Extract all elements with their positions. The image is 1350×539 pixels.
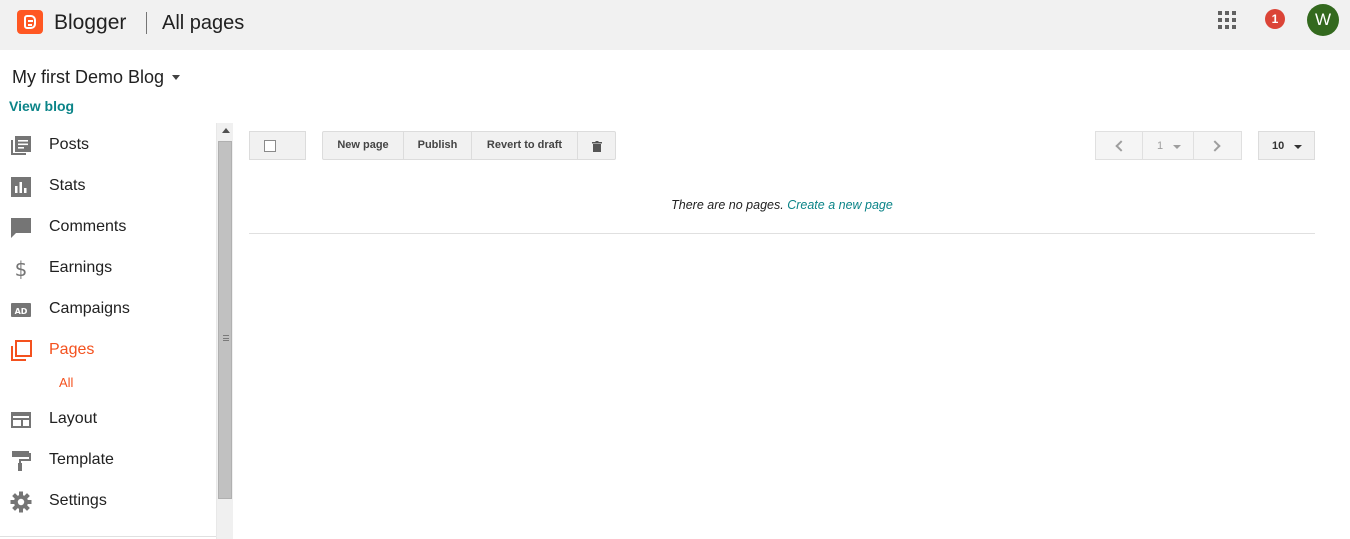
sidebar-subitem-all[interactable]: All [59,375,73,390]
sidebar-item-label: Posts [49,136,90,153]
sidebar-item-stats[interactable]: Stats [0,176,216,217]
current-page-number: 1 [1157,140,1164,152]
sidebar-item-comments[interactable]: Comments [0,217,216,258]
blogger-logo-icon[interactable] [17,10,43,34]
sidebar-item-label: Layout [49,410,98,427]
create-new-page-link[interactable]: Create a new page [787,198,893,212]
items-per-page-select[interactable]: 10 [1258,131,1315,160]
sidebar-item-posts[interactable]: Posts [0,135,216,176]
sidebar-item-settings[interactable]: Settings [0,491,216,532]
sidebar-item-label: Stats [49,177,86,194]
ad-icon: AD [11,303,31,317]
gear-icon [10,491,32,513]
publish-button[interactable]: Publish [403,131,472,160]
content-divider [249,233,1315,234]
select-all-checkbox[interactable] [249,131,306,160]
sidebar-divider [0,536,216,537]
sidebar-item-pages[interactable]: Pages [0,340,216,381]
app-name[interactable]: Blogger [54,11,126,35]
stats-icon [11,177,31,197]
layout-icon [11,412,31,428]
paint-roller-icon [12,451,31,471]
sidebar-item-label: Campaigns [49,300,130,317]
sidebar-item-layout[interactable]: Layout [0,409,216,450]
notification-badge[interactable]: 1 [1265,9,1285,29]
posts-icon [11,136,31,155]
chevron-left-icon [1115,140,1127,152]
apps-grid-icon[interactable] [1218,11,1236,29]
sidebar-item-label: Earnings [49,259,113,276]
scrollbar-thumb[interactable] [218,141,232,499]
sidebar-item-label: Settings [49,492,107,509]
view-blog-link[interactable]: View blog [9,98,74,114]
previous-page-button[interactable] [1095,131,1143,160]
items-per-page-value: 10 [1272,140,1285,152]
chevron-down-icon [1294,145,1302,149]
blog-dropdown-caret-icon[interactable] [172,75,180,80]
sidebar-item-campaigns[interactable]: AD Campaigns [0,299,216,340]
dollar-icon: $ [15,258,28,280]
sidebar-scrollbar[interactable] [216,123,233,539]
revert-to-draft-button[interactable]: Revert to draft [471,131,578,160]
next-page-button[interactable] [1193,131,1242,160]
title-separator [146,12,147,34]
page-title: All pages [162,12,245,34]
top-bar: Blogger All pages 1 W [0,0,1350,50]
new-page-button[interactable]: New page [322,131,404,160]
checkbox-icon[interactable] [264,140,276,152]
empty-message: There are no pages. [671,198,784,212]
blog-selector[interactable]: My first Demo Blog [12,67,164,88]
sidebar-item-earnings[interactable]: $ Earnings [0,258,216,299]
sidebar-item-label: Pages [49,341,95,358]
sidebar-item-label: Comments [49,218,127,235]
chevron-down-icon [1173,145,1181,149]
chevron-right-icon [1209,140,1221,152]
comments-icon [11,218,31,238]
sidebar-item-label: Template [49,451,114,468]
page-select[interactable]: 1 [1142,131,1194,160]
svg-text:$: $ [15,258,28,280]
sidebar-item-template[interactable]: Template [0,450,216,491]
pages-icon [11,340,32,361]
empty-state: There are no pages. Create a new page [249,198,1315,212]
sidebar: Posts Stats Comments $ Earnings AD Campa… [0,123,216,539]
scrollbar-grip-icon [223,335,229,341]
scroll-up-arrow-icon[interactable] [222,128,230,133]
trash-icon [592,141,602,152]
delete-button[interactable] [577,131,616,160]
avatar[interactable]: W [1307,4,1339,36]
svg-text:AD: AD [15,307,28,316]
